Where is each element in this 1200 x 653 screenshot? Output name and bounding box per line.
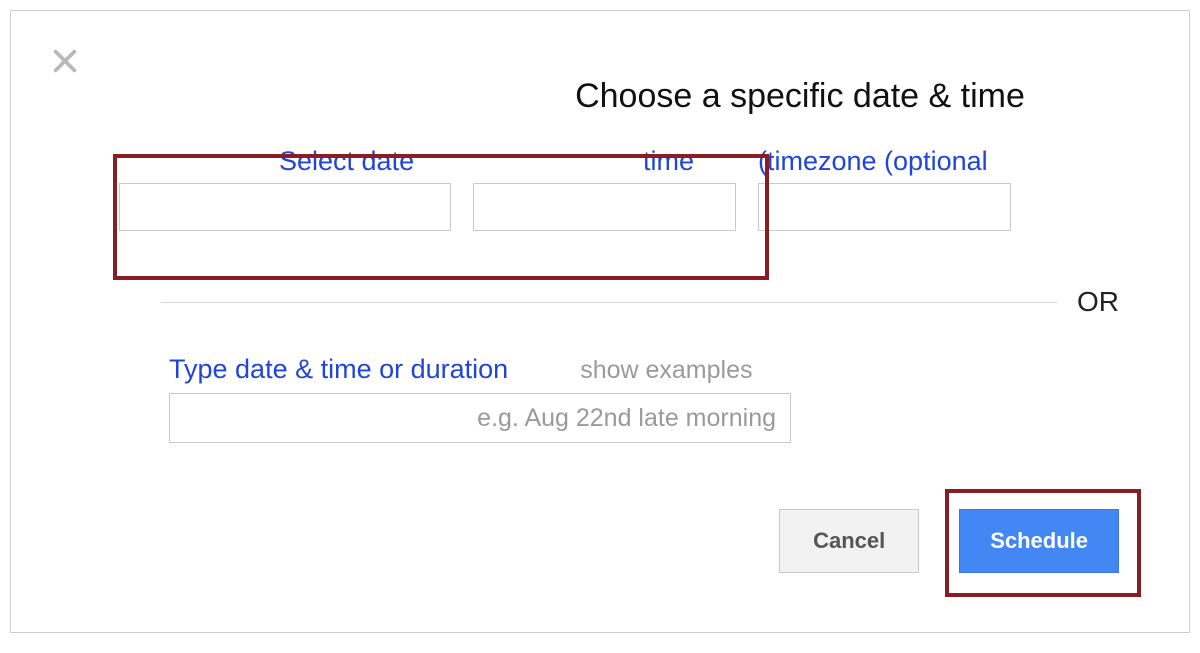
time-input[interactable] bbox=[473, 183, 736, 231]
date-field-group: Select date bbox=[119, 146, 451, 231]
or-divider: OR bbox=[161, 286, 1119, 318]
natural-language-input[interactable] bbox=[169, 393, 791, 443]
schedule-dialog: Choose a specific date & time Select dat… bbox=[10, 10, 1190, 633]
natural-language-section: Type date & time or duration show exampl… bbox=[169, 354, 1119, 443]
or-text: OR bbox=[1077, 286, 1119, 318]
type-header: Type date & time or duration show exampl… bbox=[169, 354, 1119, 385]
date-input[interactable] bbox=[119, 183, 451, 231]
close-icon[interactable] bbox=[51, 47, 79, 81]
timezone-input[interactable] bbox=[758, 183, 1011, 231]
dialog-title: Choose a specific date & time bbox=[61, 77, 1119, 116]
schedule-button[interactable]: Schedule bbox=[959, 509, 1119, 573]
show-examples-link[interactable]: show examples bbox=[580, 356, 752, 385]
timezone-label: (timezone (optional bbox=[758, 146, 1011, 177]
timezone-field-group: (timezone (optional bbox=[758, 146, 1011, 231]
divider-line bbox=[161, 302, 1057, 303]
date-time-fields: Select date time (timezone (optional bbox=[119, 146, 1119, 231]
date-label: Select date bbox=[119, 146, 451, 177]
dialog-buttons: Cancel Schedule bbox=[61, 509, 1119, 573]
time-field-group: time bbox=[473, 146, 736, 231]
time-label: time bbox=[473, 146, 736, 177]
type-label: Type date & time or duration bbox=[169, 354, 508, 385]
cancel-button[interactable]: Cancel bbox=[779, 509, 919, 573]
